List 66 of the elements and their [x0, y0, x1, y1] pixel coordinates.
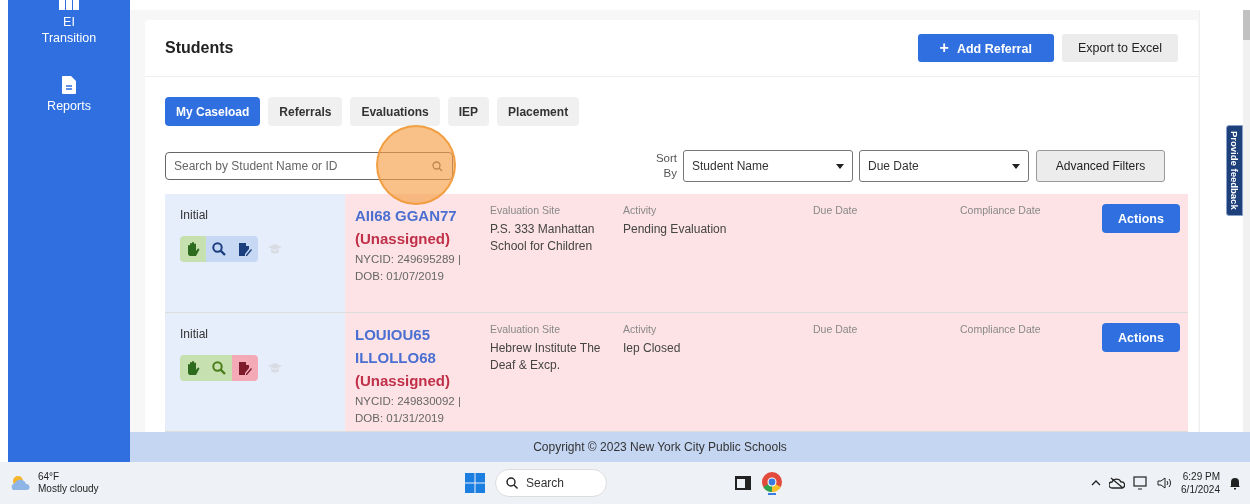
evaluation-site-label: Evaluation Site: [490, 323, 562, 335]
tab[interactable]: Placement: [497, 97, 580, 126]
date-of-birth: DOB: 01/31/2019: [355, 411, 445, 426]
activity: Iep Closed: [623, 340, 682, 357]
student-id: NYCID: 249830092 |: [355, 394, 462, 409]
compliance-date-label: Compliance Date: [960, 323, 1042, 335]
referral-type: Initial: [180, 208, 209, 222]
tab[interactable]: Referrals: [268, 97, 343, 126]
compliance-date-label: Compliance Date: [960, 204, 1042, 216]
page-title: Students: [165, 39, 235, 57]
hand-icon[interactable]: [180, 355, 206, 381]
cloud-off-icon[interactable]: [1109, 477, 1126, 489]
assignee-status: (Unassigned): [355, 371, 451, 391]
activity-label: Activity: [623, 204, 658, 216]
weather-text: Mostly cloudy: [38, 483, 99, 495]
browser-icon[interactable]: [761, 471, 783, 495]
advanced-filters-button[interactable]: Advanced Filters: [1036, 150, 1165, 182]
tab[interactable]: IEP: [447, 97, 490, 126]
chevron-up-icon[interactable]: [1091, 480, 1102, 486]
app-window-icon[interactable]: [735, 476, 751, 490]
copyright-text: Copyright © 2023 New York City Public Schools: [533, 440, 787, 454]
magnifier-icon[interactable]: [206, 236, 232, 262]
caret-icon: [836, 163, 844, 169]
evaluation-site: Hebrew Institute The Deaf & Excp.: [490, 340, 602, 374]
evaluation-site-label: Evaluation Site: [490, 204, 562, 216]
feedback-tab[interactable]: Provide feedback: [1226, 125, 1243, 216]
referral-type: Initial: [180, 327, 209, 341]
temperature: 64°F: [38, 471, 61, 483]
due-date-label: Due Date: [813, 204, 859, 216]
volume-icon[interactable]: [1157, 477, 1174, 489]
weather-icon: [10, 475, 32, 491]
actions-button[interactable]: Actions: [1102, 323, 1180, 352]
caret-icon: [1012, 163, 1020, 169]
tab[interactable]: My Caseload: [165, 97, 261, 126]
tab[interactable]: Evaluations: [350, 97, 440, 126]
search-icon: [506, 477, 518, 489]
search-field[interactable]: Search by Student Name or ID: [165, 152, 453, 180]
add-referral-button[interactable]: + Add Referral: [917, 34, 1054, 62]
activity: Pending Evaluation: [623, 221, 728, 238]
clock-time: 6:29 PM: [1181, 470, 1220, 483]
windows-start-icon[interactable]: [465, 473, 485, 493]
due-date-label: Due Date: [813, 323, 859, 335]
magnifier-icon[interactable]: [206, 355, 232, 381]
taskbar-search[interactable]: Search: [495, 469, 607, 497]
sort-order-dropdown[interactable]: Due Date: [859, 150, 1029, 182]
export-button[interactable]: Export to Excel: [1061, 34, 1178, 62]
student-id: NYCID: 249695289 |: [355, 252, 462, 267]
actions-button[interactable]: Actions: [1102, 204, 1180, 233]
search-icon: [432, 161, 443, 172]
edit-document-icon[interactable]: [232, 236, 258, 262]
sidebar-item[interactable]: Reports: [47, 98, 91, 114]
scrollbar[interactable]: [1243, 10, 1250, 432]
date-of-birth: DOB: 01/07/2019: [355, 269, 445, 284]
edit-document-icon[interactable]: [232, 355, 258, 381]
evaluation-site: P.S. 333 Manhattan School for Children: [490, 221, 596, 255]
document-icon: [62, 76, 76, 94]
assignee-status: (Unassigned): [355, 229, 451, 249]
clock-date: 6/1/2024: [1181, 483, 1220, 496]
sidebar-item[interactable]: EI Transition: [39, 14, 99, 46]
activity-label: Activity: [623, 323, 658, 335]
student-name-link[interactable]: AII68 GGAN77: [355, 204, 490, 227]
notification-bell-icon[interactable]: [1228, 476, 1242, 490]
sort-dropdown[interactable]: Student Name: [683, 150, 853, 182]
sort-label: Sort By: [654, 151, 677, 181]
student-name-link[interactable]: LOUIOU65 ILLOLLO68: [355, 323, 490, 369]
hand-icon[interactable]: [180, 236, 206, 262]
